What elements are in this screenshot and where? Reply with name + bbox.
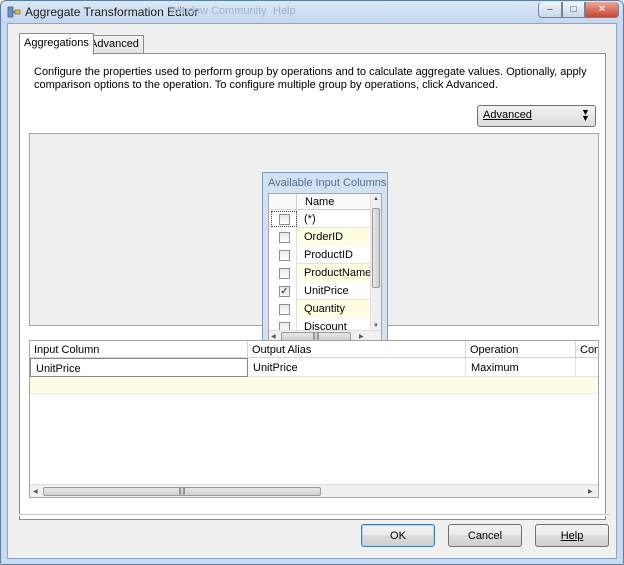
- scroll-up-icon[interactable]: ▲: [373, 196, 379, 202]
- available-columns-grid: Name (*) OrderID ProductID ProductName ✓…: [268, 193, 382, 343]
- columns-grid-header: Name: [269, 194, 371, 210]
- operation-cell[interactable]: Maximum: [466, 358, 576, 377]
- cancel-button[interactable]: Cancel: [448, 524, 522, 547]
- help-button-label: Help: [560, 529, 584, 542]
- column-row[interactable]: ProductID: [269, 246, 371, 264]
- aggregate-editor-window: Aggregate Transformation Editor Window C…: [0, 0, 624, 565]
- dialog-client-area: Aggregations Advanced Configure the prop…: [7, 23, 617, 559]
- column-checkbox[interactable]: [279, 214, 290, 225]
- column-row[interactable]: ProductName: [269, 264, 371, 282]
- ok-button[interactable]: OK: [361, 524, 435, 547]
- scroll-down-icon[interactable]: ▼: [373, 323, 379, 329]
- available-input-columns-panel: Available Input Columns Name (*) OrderID…: [262, 172, 388, 350]
- output-alias-cell[interactable]: UnitPrice: [248, 358, 466, 377]
- available-input-columns-title: Available Input Columns: [268, 177, 387, 189]
- column-checkbox[interactable]: [279, 250, 290, 261]
- maximize-icon: □: [570, 4, 577, 15]
- column-row[interactable]: OrderID: [269, 228, 371, 246]
- vertical-scroll-thumb[interactable]: [372, 208, 380, 288]
- column-row[interactable]: (*): [269, 210, 371, 228]
- tab-aggregations[interactable]: Aggregations: [19, 33, 94, 55]
- row-checkbox-cell: [269, 246, 297, 264]
- minimize-icon: –: [547, 4, 553, 15]
- comparison-flags-cell[interactable]: [576, 358, 598, 377]
- column-checkbox-checked[interactable]: ✓: [279, 286, 290, 297]
- column-name: (*): [304, 213, 316, 225]
- scroll-right-icon[interactable]: ▶: [588, 488, 593, 495]
- column-name: OrderID: [297, 228, 371, 246]
- double-chevron-down-icon: ▼ ▼: [581, 107, 590, 123]
- new-aggregation-row[interactable]: [30, 377, 598, 394]
- scroll-left-icon[interactable]: ◀: [33, 488, 38, 495]
- row-checkbox-cell: [269, 228, 297, 246]
- comparison-flags-header[interactable]: Comparison Flags: [576, 341, 598, 358]
- maximize-button[interactable]: □: [562, 2, 585, 18]
- row-checkbox-cell: [269, 210, 297, 228]
- input-column-cell[interactable]: UnitPrice: [30, 358, 248, 377]
- button-separator: [19, 514, 609, 516]
- columns-vertical-scrollbar[interactable]: ▲ ▼: [370, 194, 381, 331]
- column-name: UnitPrice: [304, 285, 349, 297]
- column-designer-area: Available Input Columns Name (*) OrderID…: [29, 133, 599, 350]
- column-row[interactable]: ✓ UnitPrice: [269, 282, 371, 300]
- row-checkbox-cell: ✓: [269, 282, 297, 300]
- aggregations-horizontal-scrollbar[interactable]: ◀ ∥∥ ▶: [30, 484, 598, 497]
- mode-dropdown[interactable]: Advanced ▼ ▼: [477, 105, 596, 127]
- row-checkbox-cell: [269, 264, 297, 282]
- checkbox-column-header: [269, 194, 297, 210]
- column-checkbox[interactable]: [279, 232, 290, 243]
- background-menu-community: Community: [211, 5, 267, 17]
- description-text: Configure the properties used to perform…: [34, 66, 587, 91]
- column-name: ProductID: [304, 249, 353, 261]
- name-column-header[interactable]: Name: [305, 196, 334, 208]
- horizontal-scroll-thumb[interactable]: ∥∥: [43, 487, 321, 496]
- input-column-header[interactable]: Input Column: [30, 341, 248, 358]
- aggregation-row[interactable]: UnitPrice UnitPrice Maximum: [30, 358, 598, 377]
- help-button[interactable]: Help: [535, 524, 609, 547]
- close-icon: ✕: [597, 4, 607, 15]
- aggregations-tab-panel: Configure the properties used to perform…: [19, 53, 606, 520]
- aggregate-app-icon: [7, 6, 21, 18]
- output-alias-header[interactable]: Output Alias: [248, 341, 466, 358]
- title-bar[interactable]: Aggregate Transformation Editor Window C…: [1, 1, 623, 23]
- close-button[interactable]: ✕: [585, 2, 619, 18]
- aggregations-grid-header: Input Column Output Alias Operation Comp…: [30, 341, 598, 358]
- column-name: ProductName: [297, 264, 371, 282]
- operation-header[interactable]: Operation: [466, 341, 576, 358]
- minimize-button[interactable]: –: [538, 2, 562, 18]
- column-checkbox[interactable]: [279, 304, 290, 315]
- scroll-left-icon[interactable]: ◀: [271, 333, 276, 340]
- aggregations-grid: Input Column Output Alias Operation Comp…: [29, 340, 599, 498]
- background-menu-help: Help: [273, 5, 296, 17]
- row-checkbox-cell: [269, 300, 297, 318]
- mode-dropdown-value: Advanced: [483, 109, 532, 121]
- column-row[interactable]: Quantity: [269, 300, 371, 318]
- scroll-right-icon[interactable]: ▶: [359, 333, 364, 340]
- tab-advanced[interactable]: Advanced: [85, 35, 144, 54]
- column-name: Quantity: [297, 300, 371, 318]
- background-menu-window: Window: [169, 5, 209, 17]
- column-checkbox[interactable]: [279, 268, 290, 279]
